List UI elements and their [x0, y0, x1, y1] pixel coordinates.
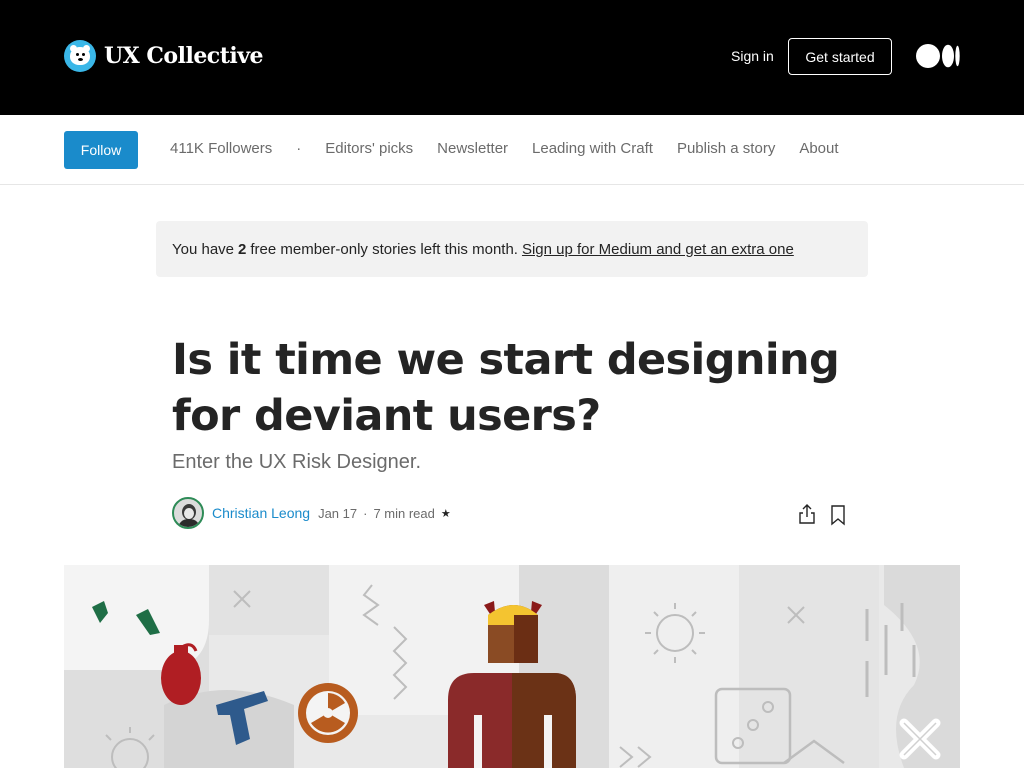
- banner-prefix: You have: [172, 240, 235, 258]
- nav-items: 411K Followers · Editors' picks Newslett…: [170, 140, 863, 157]
- hero-illustration-art: [64, 565, 960, 768]
- author-name[interactable]: Christian Leong: [212, 505, 310, 521]
- polar-bear-logo-icon: [64, 40, 96, 72]
- follow-button[interactable]: Follow: [64, 131, 138, 169]
- get-started-button[interactable]: Get started: [788, 38, 892, 75]
- publication-name: UX Collective: [104, 43, 264, 69]
- sign-up-link[interactable]: Sign up for Medium and get an extra one: [522, 241, 794, 258]
- medium-logo-icon[interactable]: [916, 44, 960, 68]
- publication-brand[interactable]: UX Collective: [64, 40, 264, 72]
- article-subtitle: Enter the UX Risk Designer.: [172, 451, 421, 473]
- nav-item-about[interactable]: About: [799, 140, 838, 157]
- nav-item-editors-picks[interactable]: Editors' picks: [325, 140, 413, 157]
- nav-item-newsletter[interactable]: Newsletter: [437, 140, 508, 157]
- top-bar: UX Collective Sign in Get started: [0, 0, 1024, 115]
- nav-item-publish-a-story[interactable]: Publish a story: [677, 140, 775, 157]
- star-icon: ★: [440, 507, 451, 520]
- bookmark-icon[interactable]: [829, 504, 847, 526]
- nav-item-leading-with-craft[interactable]: Leading with Craft: [532, 140, 653, 157]
- nav-separator: ·: [296, 140, 302, 157]
- publication-nav: Follow 411K Followers · Editors' picks N…: [0, 115, 1024, 185]
- banner-count: 2: [238, 240, 247, 258]
- member-stories-banner: You have 2 free member-only stories left…: [156, 221, 868, 277]
- author-avatar[interactable]: [172, 497, 204, 529]
- publish-date: Jan 17: [318, 505, 358, 521]
- share-icon[interactable]: [797, 503, 817, 525]
- banner-suffix: free member-only stories left this month…: [250, 240, 518, 258]
- read-time: 7 min read: [373, 505, 435, 521]
- article-title: Is it time we start designing for devian…: [172, 335, 840, 441]
- sign-in-link[interactable]: Sign in: [731, 48, 774, 64]
- followers-count[interactable]: 411K Followers: [170, 140, 272, 157]
- article-byline: Christian Leong Jan 17 · 7 min read ★: [172, 497, 451, 529]
- hero-illustration: [64, 565, 960, 768]
- meta-separator: ·: [363, 505, 368, 521]
